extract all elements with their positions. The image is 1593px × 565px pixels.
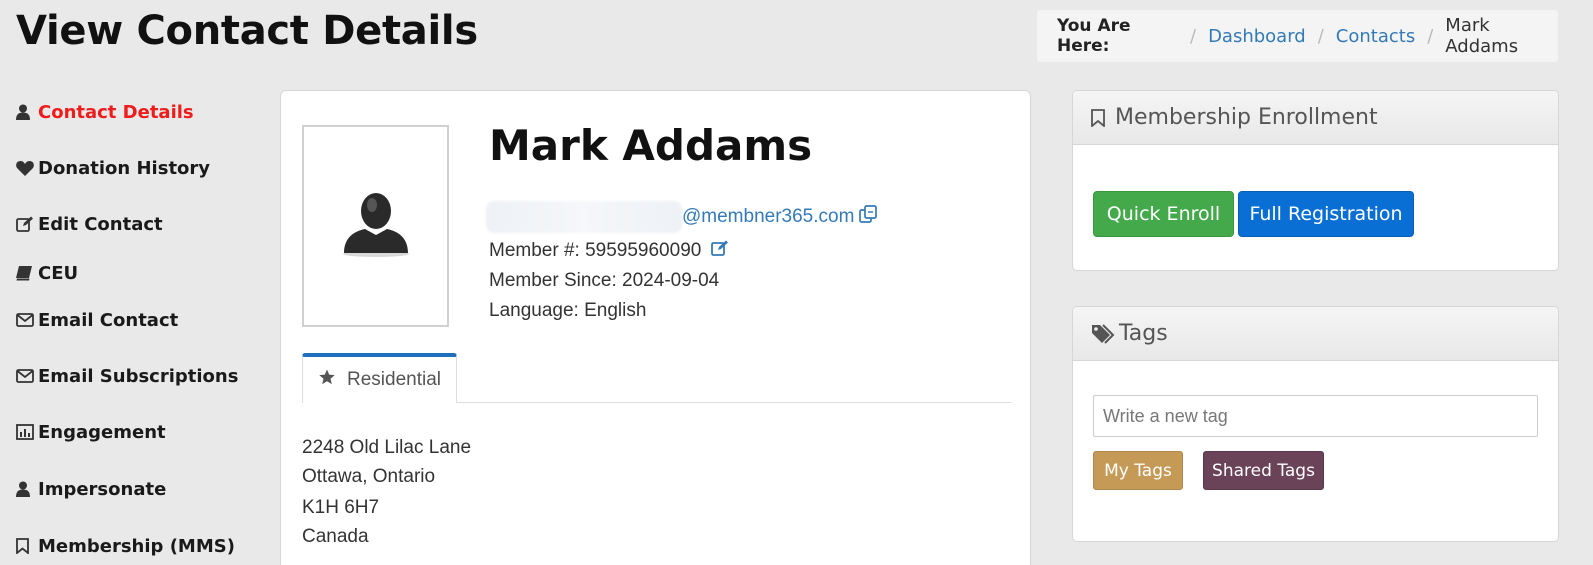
edit-icon <box>16 216 38 232</box>
sidebar-item-edit-contact[interactable]: Edit Contact <box>16 212 163 236</box>
bookmark-icon <box>16 538 38 554</box>
user-icon <box>16 481 38 497</box>
shared-tags-button[interactable]: Shared Tags <box>1203 451 1324 490</box>
redacted-email-user <box>486 201 682 233</box>
breadcrumb: You Are Here: / Dashboard / Contacts / M… <box>1037 10 1558 62</box>
star-icon <box>319 369 335 391</box>
breadcrumb-link-dashboard[interactable]: Dashboard <box>1208 26 1306 47</box>
user-icon <box>16 104 38 120</box>
page-title: View Contact Details <box>16 8 478 54</box>
quick-enroll-button[interactable]: Quick Enroll <box>1093 191 1234 237</box>
breadcrumb-separator: / <box>1189 25 1197 47</box>
sidebar-item-label: CEU <box>38 262 79 284</box>
breadcrumb-current: Mark Addams <box>1445 15 1519 57</box>
sidebar-item-label: Donation History <box>38 157 211 179</box>
sidebar-item-donation-history[interactable]: Donation History <box>16 156 210 180</box>
tab-residential[interactable]: Residential <box>302 353 457 403</box>
envelope-icon <box>16 313 38 327</box>
email-row: @membner365.com <box>486 201 878 233</box>
tags-icon <box>1091 323 1117 344</box>
sidebar-item-label: Impersonate <box>38 478 167 500</box>
address-line1: 2248 Old Lilac Lane <box>302 437 472 458</box>
panel-title: Membership Enrollment <box>1115 105 1378 130</box>
sidebar-item-membership-mms[interactable]: Membership (MMS) <box>16 534 235 558</box>
sidebar-item-label: Edit Contact <box>38 213 163 235</box>
panel-header: Tags <box>1073 307 1558 361</box>
avatar-placeholder-icon <box>341 191 411 262</box>
sidebar-item-ceu[interactable]: CEU <box>16 261 78 285</box>
bar-chart-icon <box>16 424 38 440</box>
member-number: Member #: 59595960090 <box>489 240 729 262</box>
breadcrumb-separator: / <box>1427 25 1434 47</box>
sidebar-item-label: Membership (MMS) <box>38 535 235 557</box>
address-line4: Canada <box>302 526 369 547</box>
email-link[interactable]: @membner365.com <box>682 206 854 228</box>
sidebar-item-impersonate[interactable]: Impersonate <box>16 477 166 501</box>
breadcrumb-link-contacts[interactable]: Contacts <box>1336 26 1415 47</box>
panel-title: Tags <box>1119 321 1168 346</box>
tab-label: Residential <box>347 369 441 390</box>
new-tag-input[interactable] <box>1093 395 1538 437</box>
address-line3: K1H 6H7 <box>302 497 380 518</box>
envelope-icon <box>16 369 38 383</box>
panel-header: Membership Enrollment <box>1073 91 1558 145</box>
sidebar-item-label: Email Subscriptions <box>38 365 239 387</box>
contact-card: Mark Addams @membner365.com Member #: 59… <box>280 90 1031 565</box>
sidebar-item-engagement[interactable]: Engagement <box>16 420 166 444</box>
membership-enrollment-panel: Membership Enrollment Quick Enroll Full … <box>1072 90 1559 271</box>
sidebar-item-label: Contact Details <box>38 101 194 123</box>
book-icon <box>16 265 38 281</box>
breadcrumb-separator: / <box>1317 25 1324 47</box>
tags-panel: Tags My Tags Shared Tags <box>1072 306 1559 542</box>
heart-icon <box>16 160 38 176</box>
edit-icon[interactable] <box>711 240 729 262</box>
avatar <box>302 125 449 327</box>
sidebar-item-label: Email Contact <box>38 309 179 331</box>
sidebar-item-label: Engagement <box>38 421 166 443</box>
sidebar-item-email-subscriptions[interactable]: Email Subscriptions <box>16 364 238 388</box>
bookmark-icon <box>1091 108 1105 127</box>
sidebar-item-contact-details[interactable]: Contact Details <box>16 100 194 124</box>
language: Language: English <box>489 300 647 321</box>
sidebar-item-email-contact[interactable]: Email Contact <box>16 308 178 332</box>
contact-name: Mark Addams <box>489 121 813 170</box>
copy-icon[interactable] <box>859 205 878 229</box>
member-since: Member Since: 2024-09-04 <box>489 270 720 291</box>
my-tags-button[interactable]: My Tags <box>1093 451 1183 490</box>
address-tabs: Residential <box>302 353 1011 403</box>
breadcrumb-label: You Are Here: <box>1057 16 1131 56</box>
full-registration-button[interactable]: Full Registration <box>1238 191 1414 237</box>
member-number-text: Member #: 59595960090 <box>489 240 702 261</box>
address-line2: Ottawa, Ontario <box>302 466 436 487</box>
